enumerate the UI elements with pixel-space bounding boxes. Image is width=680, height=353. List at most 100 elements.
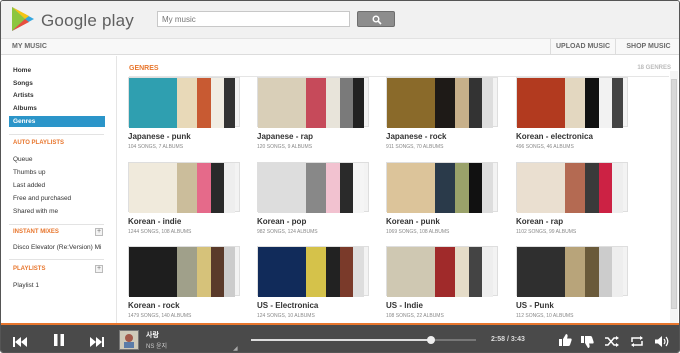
album-cover: [129, 247, 177, 297]
album-cover: [353, 78, 364, 128]
expand-icon[interactable]: ◢: [233, 345, 238, 352]
genre-name[interactable]: Korean - rap: [516, 217, 563, 226]
add-playlist-button[interactable]: +: [95, 265, 103, 273]
genre-name[interactable]: Korean - indie: [128, 217, 181, 226]
next-button[interactable]: [90, 334, 104, 352]
genre-name[interactable]: Korean - pop: [257, 217, 306, 226]
search-button[interactable]: [357, 11, 395, 27]
album-stack[interactable]: [516, 77, 628, 128]
sidebar-item-songs[interactable]: Songs: [13, 80, 33, 87]
now-playing-album-art[interactable]: [119, 330, 139, 350]
album-cover: [129, 163, 177, 213]
sidebar-item-last-added[interactable]: Last added: [13, 182, 45, 189]
sidebar-item-shared-with-me[interactable]: Shared with me: [13, 208, 58, 215]
song-artist[interactable]: NS 윤지: [146, 341, 167, 350]
album-stack[interactable]: [386, 246, 498, 297]
genre-card[interactable]: Korean - indie 1244 SONGS, 108 ALBUMS: [128, 162, 240, 238]
genre-card[interactable]: Japanese - rock 911 SONGS, 70 ALBUMS: [386, 77, 498, 153]
player-bar: 사랑 NS 윤지 ◢ 2:58 / 3:43: [1, 323, 679, 352]
album-cover: [353, 247, 364, 297]
album-cover: [387, 247, 435, 297]
genre-card[interactable]: Japanese - punk 104 SONGS, 7 ALBUMS: [128, 77, 240, 153]
sidebar-item-thumbs-up[interactable]: Thumbs up: [13, 169, 46, 176]
auto-playlists-heading: AUTO PLAYLISTS: [13, 140, 65, 146]
album-stack[interactable]: [386, 162, 498, 213]
genre-card[interactable]: US - Punk 112 SONGS, 10 ALBUMS: [516, 246, 628, 322]
repeat-icon: [631, 336, 643, 347]
progress-handle[interactable]: [427, 336, 435, 344]
divider: [9, 259, 104, 260]
album-stack[interactable]: [386, 77, 498, 128]
thumbs-up-button[interactable]: [559, 333, 572, 351]
divider: [9, 224, 104, 225]
thumbs-down-button[interactable]: [581, 335, 594, 352]
genre-name[interactable]: Korean - punk: [386, 217, 440, 226]
progress-bar[interactable]: [251, 336, 476, 344]
genre-name[interactable]: Japanese - rap: [257, 132, 313, 141]
sidebar-item-home[interactable]: Home: [13, 67, 31, 74]
google-play-logo[interactable]: Google play: [9, 5, 134, 35]
genre-card[interactable]: Japanese - rap 120 SONGS, 9 ALBUMS: [257, 77, 369, 153]
previous-button[interactable]: [13, 334, 27, 352]
genre-card[interactable]: US - Indie 108 SONGS, 22 ALBUMS: [386, 246, 498, 322]
genre-name[interactable]: US - Indie: [386, 301, 423, 310]
sidebar-item-instant-mix[interactable]: Disco Elevator (Re:Version) Mi: [13, 244, 102, 251]
genre-name[interactable]: Korean - electronica: [516, 132, 593, 141]
genre-card[interactable]: US - Electronica 124 SONGS, 10 ALBUMS: [257, 246, 369, 322]
play-triangle-icon: [12, 7, 34, 31]
genre-card[interactable]: Korean - rock 1479 SONGS, 140 ALBUMS: [128, 246, 240, 322]
genre-stats: 911 SONGS, 70 ALBUMS: [386, 144, 444, 150]
search-input[interactable]: [157, 11, 350, 27]
sidebar-item-queue[interactable]: Queue: [13, 156, 33, 163]
sidebar-item-playlist-1[interactable]: Playlist 1: [13, 282, 39, 289]
scrollbar-thumb[interactable]: [671, 79, 677, 309]
album-cover: [177, 163, 197, 213]
repeat-button[interactable]: [630, 334, 644, 352]
scrollbar[interactable]: [670, 71, 678, 323]
album-stack[interactable]: [516, 246, 628, 297]
my-music-link[interactable]: MY MUSIC: [12, 43, 47, 50]
album-cover: [612, 247, 623, 297]
genre-card[interactable]: Korean - rap 1102 SONGS, 99 ALBUMS: [516, 162, 628, 238]
album-stack[interactable]: [257, 246, 369, 297]
genre-name[interactable]: US - Electronica: [257, 301, 318, 310]
upload-music-button[interactable]: UPLOAD MUSIC: [550, 39, 615, 54]
genre-name[interactable]: Japanese - punk: [128, 132, 191, 141]
genre-name[interactable]: Japanese - rock: [386, 132, 446, 141]
album-cover: [258, 163, 306, 213]
shop-music-button[interactable]: SHOP MUSIC: [615, 39, 679, 54]
album-stack[interactable]: [257, 77, 369, 128]
album-cover: [565, 78, 585, 128]
sidebar-item-albums[interactable]: Albums: [13, 105, 37, 112]
album-stack[interactable]: [516, 162, 628, 213]
add-instant-mix-button[interactable]: +: [95, 228, 103, 236]
genre-stats: 124 SONGS, 10 ALBUMS: [257, 313, 315, 319]
genre-name[interactable]: Korean - rock: [128, 301, 180, 310]
app-window: Google play MY MUSIC UPLOAD MUSIC SHOP M…: [0, 0, 680, 353]
album-cover: [585, 78, 599, 128]
time-display: 2:58 / 3:43: [491, 336, 525, 343]
sidebar-item-genres[interactable]: Genres: [9, 116, 105, 127]
album-cover: [565, 247, 585, 297]
album-cover: [517, 247, 565, 297]
sidebar-item-free-and-purchased[interactable]: Free and purchased: [13, 195, 71, 202]
genre-name[interactable]: US - Punk: [516, 301, 554, 310]
volume-button[interactable]: [655, 334, 670, 352]
thumbs-down-icon: [581, 336, 594, 348]
album-cover: [306, 78, 326, 128]
album-stack[interactable]: [257, 162, 369, 213]
album-cover: [387, 163, 435, 213]
sidebar-item-artists[interactable]: Artists: [13, 92, 34, 99]
album-stack[interactable]: [128, 77, 240, 128]
next-icon: [90, 337, 104, 347]
pause-button[interactable]: [53, 333, 65, 351]
shuffle-button[interactable]: [605, 334, 619, 352]
album-stack[interactable]: [128, 162, 240, 213]
genre-card[interactable]: Korean - electronica 496 SONGS, 46 ALBUMS: [516, 77, 628, 153]
album-cover: [585, 247, 599, 297]
song-title: 사랑: [146, 332, 159, 339]
genre-stats: 104 SONGS, 7 ALBUMS: [128, 144, 184, 150]
album-stack[interactable]: [128, 246, 240, 297]
genre-card[interactable]: Korean - punk 1069 SONGS, 108 ALBUMS: [386, 162, 498, 238]
genre-card[interactable]: Korean - pop 982 SONGS, 124 ALBUMS: [257, 162, 369, 238]
